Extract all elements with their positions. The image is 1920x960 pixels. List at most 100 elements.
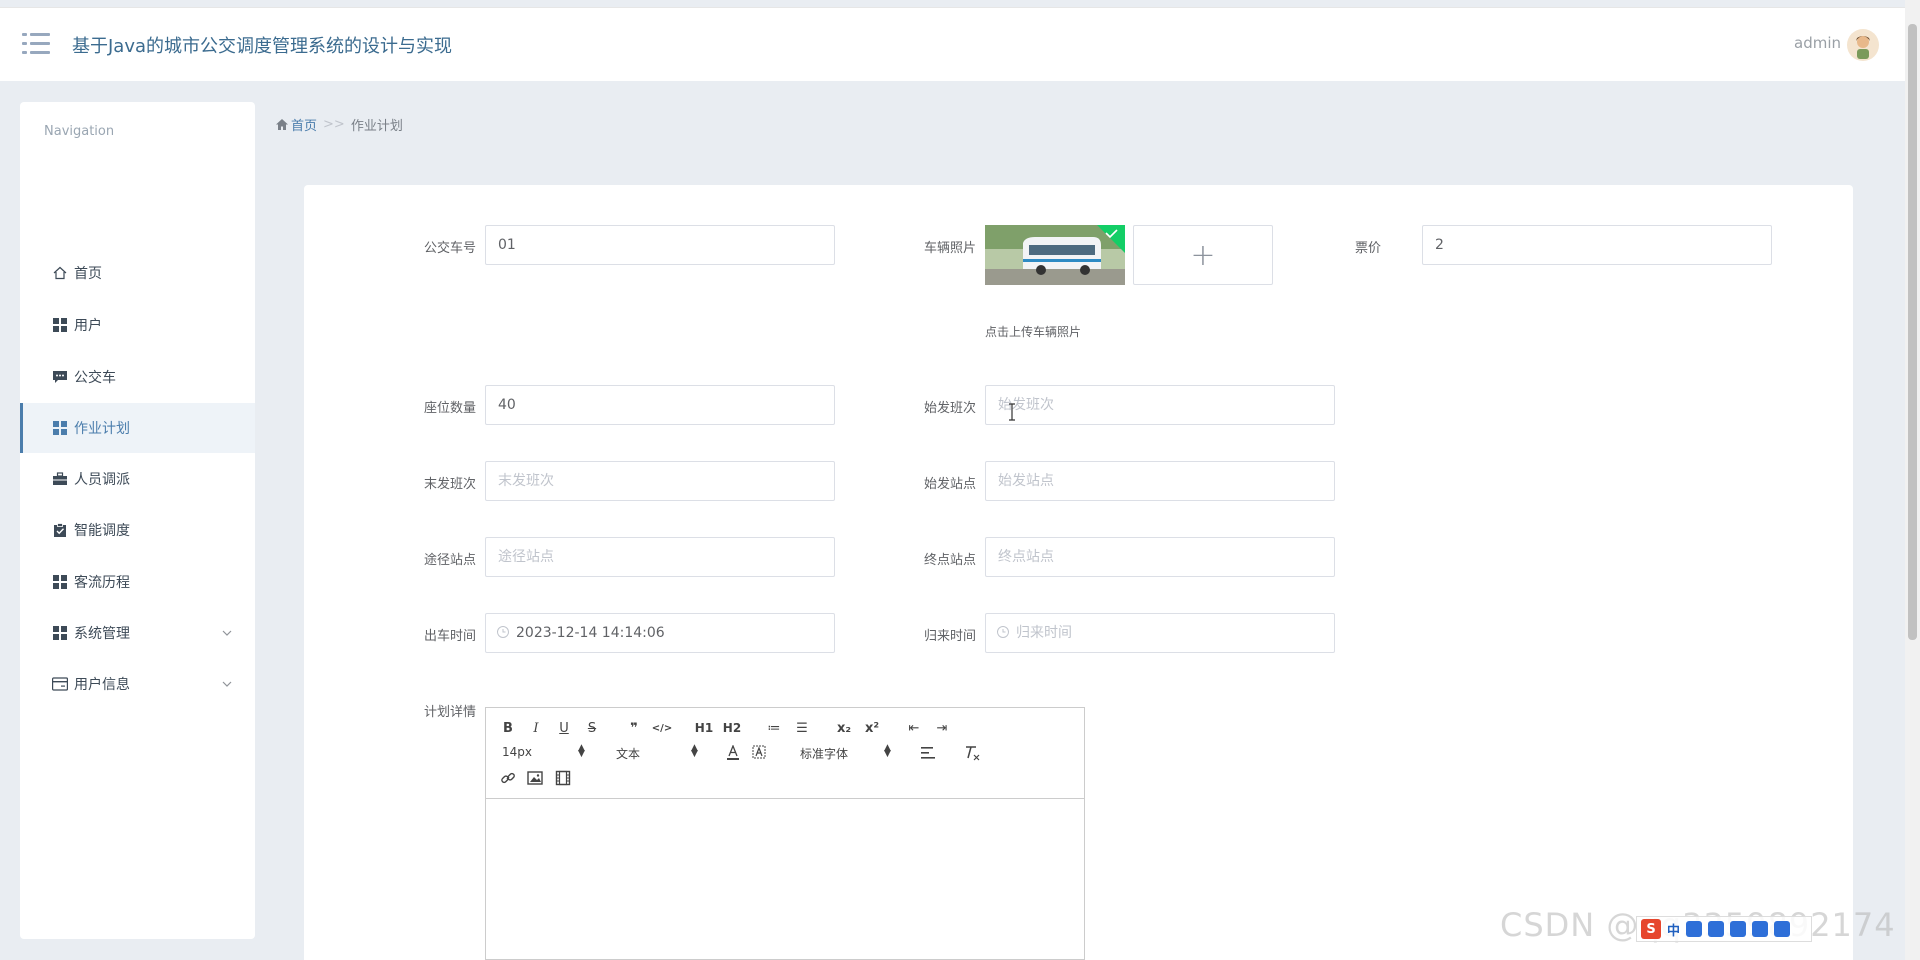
upload-add-button[interactable]: +	[1133, 225, 1273, 285]
bold-button[interactable]: B	[498, 719, 518, 737]
breadcrumb-separator: >>	[323, 117, 345, 132]
terminal-input[interactable]	[985, 537, 1335, 577]
last-trip-label: 末发班次	[423, 477, 476, 492]
sidebar-item-passenger-flow[interactable]: 客流历程	[20, 557, 255, 607]
fare-input[interactable]	[1422, 225, 1772, 265]
strike-button[interactable]: S	[582, 719, 602, 737]
origin-input[interactable]	[985, 461, 1335, 501]
clear-format-icon[interactable]	[963, 745, 981, 761]
heading1-button[interactable]: H1	[694, 719, 714, 737]
sidebar-item-bus[interactable]: 公交车	[20, 352, 255, 402]
page-scrollbar[interactable]	[1905, 0, 1920, 960]
ime-toolbar[interactable]: S 中	[1636, 916, 1812, 942]
briefcase-icon	[52, 471, 68, 487]
link-icon[interactable]	[500, 770, 516, 786]
avatar[interactable]	[1847, 29, 1879, 61]
sidebar: Navigation 首页 用户 公交车 作业计划 人员调派 智能调度 客流历程	[20, 102, 255, 939]
last-trip-input[interactable]	[485, 461, 835, 501]
app-title: 基于Java的城市公交调度管理系统的设计与实现	[72, 36, 453, 57]
breadcrumb: 首页 >> 作业计划	[276, 115, 403, 134]
scrollbar-thumb[interactable]	[1908, 24, 1917, 640]
clock-icon	[497, 626, 509, 638]
photo-label: 车辆照片	[923, 241, 976, 256]
align-icon[interactable]	[920, 746, 936, 760]
sidebar-item-label: 系统管理	[74, 626, 130, 642]
italic-button[interactable]: I	[526, 719, 546, 737]
sidebar-item-staff-dispatch[interactable]: 人员调派	[20, 454, 255, 504]
sogou-ime-icon[interactable]: S	[1641, 919, 1661, 939]
background-color-icon[interactable]	[752, 745, 766, 761]
sidebar-item-home[interactable]: 首页	[20, 248, 255, 298]
code-button[interactable]: </>	[652, 719, 672, 737]
header-select[interactable]: 文本	[616, 745, 640, 762]
clipboard-check-icon	[52, 522, 68, 538]
punctuation-icon[interactable]	[1686, 921, 1703, 937]
fare-label: 票价	[1354, 241, 1381, 256]
sidebar-item-user-info[interactable]: 用户信息	[20, 659, 255, 709]
upload-tip: 点击上传车辆照片	[985, 325, 1082, 339]
indent-button[interactable]: ⇥	[932, 719, 952, 737]
font-size-select[interactable]: 14px	[502, 745, 532, 759]
depart-time-picker[interactable]	[485, 613, 835, 653]
sidebar-item-work-plan[interactable]: 作业计划	[20, 403, 255, 453]
image-icon[interactable]	[527, 770, 543, 786]
sidebar-item-label: 首页	[74, 266, 102, 282]
home-icon	[276, 119, 288, 130]
video-icon[interactable]	[555, 770, 571, 786]
breadcrumb-home[interactable]: 首页	[276, 115, 317, 134]
menu-toggle-icon[interactable]	[22, 33, 50, 55]
quote-button[interactable]: ❞	[624, 719, 644, 737]
username[interactable]: admin	[1794, 34, 1841, 52]
grid-icon	[52, 317, 68, 333]
first-trip-input[interactable]	[985, 385, 1335, 425]
superscript-button[interactable]: x²	[862, 719, 882, 737]
rich-text-editor: B I U S ❞ </> H1 H2 ≔ ☰ x₂ x² ⇤ ⇥ 14px ▲…	[485, 707, 1085, 960]
bus-photo-thumbnail[interactable]	[985, 225, 1125, 285]
editor-toolbar: B I U S ❞ </> H1 H2 ≔ ☰ x₂ x² ⇤ ⇥ 14px ▲…	[486, 708, 1084, 799]
keyboard-icon[interactable]	[1730, 921, 1747, 937]
grid-icon	[52, 420, 68, 436]
sidebar-item-label: 作业计划	[74, 421, 130, 437]
comment-icon	[52, 369, 68, 385]
sidebar-item-label: 用户信息	[74, 677, 130, 693]
sidebar-item-smart-dispatch[interactable]: 智能调度	[20, 505, 255, 555]
sidebar-item-users[interactable]: 用户	[20, 300, 255, 350]
chinese-mode-icon[interactable]: 中	[1667, 920, 1680, 939]
seats-input[interactable]	[485, 385, 835, 425]
text-cursor-icon	[1009, 403, 1015, 421]
return-time-picker[interactable]	[985, 613, 1335, 653]
first-trip-label: 始发班次	[923, 401, 976, 416]
breadcrumb-current: 作业计划	[350, 119, 403, 134]
grid-icon	[52, 574, 68, 590]
select-caret-icon: ▲ ▼	[884, 743, 891, 759]
font-family-select[interactable]: 标准字体	[800, 745, 848, 762]
font-color-icon[interactable]	[726, 745, 740, 761]
detail-label: 计划详情	[423, 705, 476, 720]
sidebar-item-system-management[interactable]: 系统管理	[20, 608, 255, 658]
subscript-button[interactable]: x₂	[834, 719, 854, 737]
via-label: 途径站点	[423, 553, 476, 568]
voice-icon[interactable]	[1708, 921, 1725, 937]
card-icon	[52, 676, 68, 692]
heading2-button[interactable]: H2	[722, 719, 742, 737]
grid-icon	[52, 625, 68, 641]
bullet-list-button[interactable]: ☰	[792, 719, 812, 737]
breadcrumb-home-label: 首页	[291, 119, 318, 134]
sidebar-item-label: 智能调度	[74, 523, 130, 539]
nav-caption: Navigation	[44, 124, 115, 139]
top-header: 基于Java的城市公交调度管理系统的设计与实现 admin	[0, 7, 1905, 81]
chevron-down-icon	[222, 681, 232, 687]
skin-icon[interactable]	[1752, 921, 1769, 937]
sidebar-item-label: 公交车	[74, 370, 116, 386]
ordered-list-button[interactable]: ≔	[764, 719, 784, 737]
outdent-button[interactable]: ⇤	[904, 719, 924, 737]
editor-content-area[interactable]	[486, 799, 1084, 960]
terminal-label: 终点站点	[923, 553, 976, 568]
via-input[interactable]	[485, 537, 835, 577]
underline-button[interactable]: U	[554, 719, 574, 737]
home-icon	[52, 265, 68, 281]
tools-icon[interactable]	[1774, 921, 1791, 937]
select-caret-icon: ▲ ▼	[578, 743, 585, 759]
bus-no-input[interactable]	[485, 225, 835, 265]
select-caret-icon: ▲ ▼	[691, 743, 698, 759]
